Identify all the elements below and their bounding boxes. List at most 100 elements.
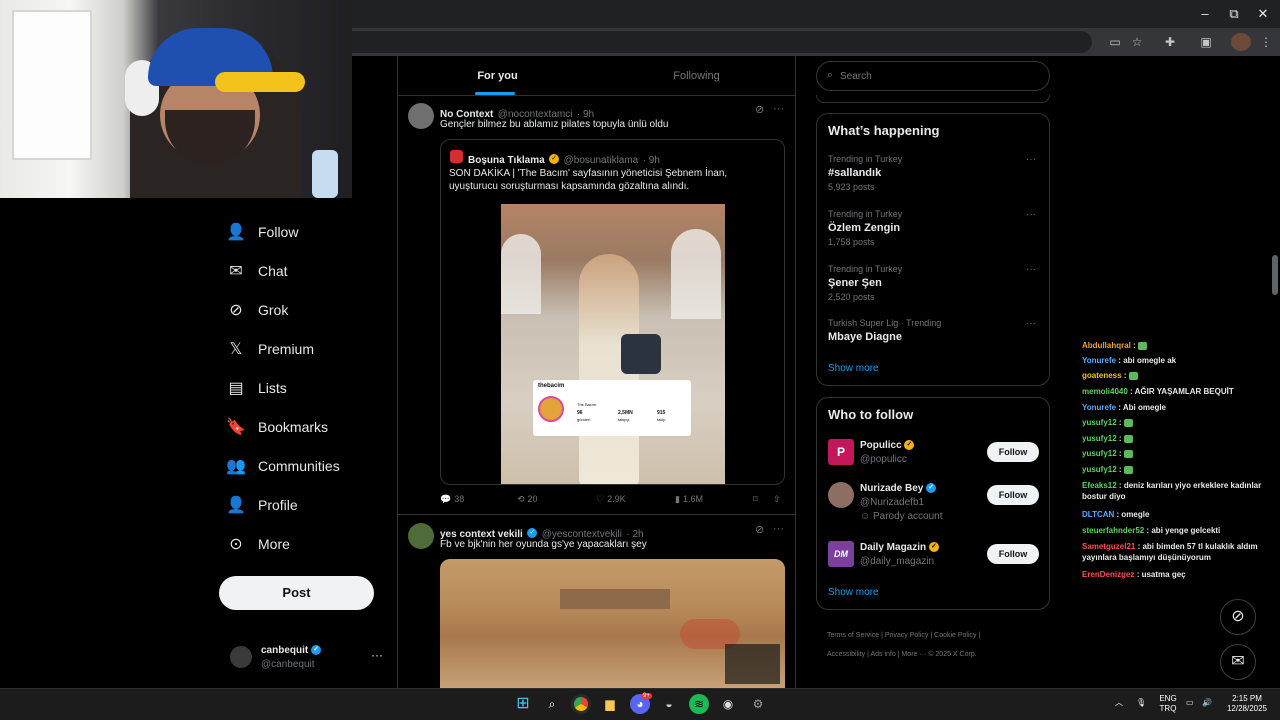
suggestion-handle: @Nurizadefb1 [860, 497, 925, 508]
chat-message: Yonurefe : Abi omegle [1082, 402, 1277, 413]
stat-posts-label: gönderi [577, 417, 591, 422]
views-button[interactable]: ▮ 1.6M [675, 492, 703, 506]
minimize-button[interactable]: – [1190, 4, 1220, 24]
trend-more-icon[interactable]: ··· [1026, 154, 1036, 165]
nav-item-communities[interactable]: 👥 Communities [226, 446, 376, 486]
profile-card: thebacim The Bacım 96 gönderi 2,5MN taki… [533, 380, 691, 436]
trend-item[interactable]: Trending in Turkey Şener Şen 2,520 posts… [828, 264, 1038, 302]
obs-icon[interactable]: ◉ [718, 694, 738, 714]
verified-icon: ✓ [527, 527, 538, 538]
trend-item[interactable]: Turkish Super Lig · Trending Mbaye Diagn… [828, 318, 1038, 343]
nav-item-premium[interactable]: 𝕏 Premium [226, 329, 376, 369]
quote-media-image[interactable]: thebacim The Bacım 96 gönderi 2,5MN taki… [501, 204, 725, 484]
show-more-follow-link[interactable]: Show more [828, 587, 879, 598]
nav-item-lists[interactable]: ▤ Lists [226, 368, 376, 408]
page-scrollbar-thumb[interactable] [1272, 255, 1278, 295]
chat-message: yusufy12 : [1082, 417, 1277, 428]
sidepanel-icon[interactable]: ▣ [1196, 33, 1216, 51]
follow-button[interactable]: Follow [987, 544, 1039, 564]
address-bar[interactable] [352, 31, 1092, 53]
footer-ads-info[interactable]: Ads info [870, 651, 895, 658]
microphone-icon[interactable]: 🎙 [1136, 698, 1146, 708]
views-count: 1.6M [682, 494, 703, 504]
like-button[interactable]: ♡ 2.9K [596, 492, 626, 506]
follow-button[interactable]: Follow [987, 485, 1039, 505]
chat-text: AĞIR YAŞAMLAR BEQUİT [1134, 387, 1234, 396]
nav-item-follow[interactable]: 👤 Follow [226, 212, 376, 252]
volume-icon[interactable]: 🔊 [1202, 698, 1212, 708]
close-button[interactable]: ✕ [1248, 4, 1278, 24]
cast-icon[interactable]: ▭ [1105, 33, 1125, 51]
page-scrollbar[interactable] [1270, 56, 1280, 688]
search-input[interactable]: Search [840, 71, 872, 82]
tab-following[interactable]: Following [597, 56, 796, 96]
footer-terms[interactable]: Terms of Service [827, 632, 879, 639]
grok-icon[interactable]: ⊘ [755, 103, 764, 116]
nav-item-bookmarks[interactable]: 🔖 Bookmarks [226, 407, 376, 447]
chrome-icon[interactable] [571, 694, 591, 714]
nav-item-grok[interactable]: ⊘ Grok [226, 290, 376, 330]
footer-accessibility[interactable]: Accessibility [827, 651, 865, 658]
follow-suggestion[interactable]: DM Daily Magazin ✓ @daily_magazin Follow [828, 541, 1042, 571]
grok-fab[interactable]: ⊘ [1220, 599, 1256, 635]
trend-item[interactable]: Trending in Turkey #sallandık 5,923 post… [828, 154, 1038, 192]
account-switcher[interactable]: canbequit ✓ @canbequit ··· [226, 640, 386, 680]
tweet2-media-video[interactable] [440, 559, 785, 688]
video-building [560, 589, 670, 609]
trend-more-icon[interactable]: ··· [1026, 209, 1036, 220]
nav-item-more[interactable]: ⊙ More [226, 524, 376, 564]
chat-separator: : [1116, 449, 1124, 458]
account-menu-icon[interactable]: ··· [371, 648, 383, 662]
file-explorer-icon[interactable]: ▆ [600, 694, 620, 714]
search-box[interactable]: ⌕ Search [816, 61, 1050, 91]
start-menu-icon[interactable]: ⊞ [513, 694, 533, 714]
follow-button[interactable]: Follow [987, 442, 1039, 462]
suggestion-name-row: Daily Magazin ✓ [860, 542, 939, 553]
post-button[interactable]: Post [219, 576, 374, 610]
repost-button[interactable]: ⟲ 20 [517, 492, 538, 506]
browser-menu-icon[interactable]: ⋮ [1256, 33, 1276, 51]
trend-context: Trending in Turkey [828, 209, 903, 219]
reply-button[interactable]: 💬 38 [440, 492, 464, 506]
bookmark-star-icon[interactable]: ☆ [1127, 33, 1147, 51]
tweet-more-icon[interactable]: ··· [773, 103, 784, 115]
settings-icon[interactable]: ⚙ [748, 694, 768, 714]
quote-tweet[interactable]: Boşuna Tıklama ✓ @bosunatiklama · 9h SON… [440, 139, 785, 485]
tweet-avatar[interactable] [408, 103, 434, 129]
follow-suggestion[interactable]: Nurizade Bey ✓ @Nurizadefb1 ☺ Parody acc… [828, 482, 1042, 522]
share-button[interactable]: ⇧ [773, 492, 781, 506]
browser-titlebar [352, 0, 1280, 28]
language-indicator[interactable]: ENG TRQ [1158, 694, 1178, 714]
account-avatar [230, 646, 252, 668]
tray-chevron-icon[interactable]: ︿ [1115, 698, 1123, 708]
grok-icon[interactable]: ⊘ [755, 523, 764, 536]
chat-separator: : [1116, 403, 1123, 412]
stat-followers: 2,5MN [618, 410, 633, 416]
tweet-more-icon[interactable]: ··· [773, 523, 784, 535]
search-taskbar-icon[interactable]: ⌕ [542, 694, 562, 714]
trend-item[interactable]: Trending in Turkey Özlem Zengin 1,758 po… [828, 209, 1038, 247]
nav-item-chat[interactable]: ✉ Chat [226, 251, 376, 291]
messages-fab[interactable]: ✉ [1220, 644, 1256, 680]
footer-cookie[interactable]: Cookie Policy [934, 632, 976, 639]
network-icon[interactable]: ▭ [1186, 698, 1194, 708]
tweet-avatar[interactable] [408, 523, 434, 549]
views-icon: ▮ [675, 493, 680, 504]
footer-more[interactable]: More ··· [901, 651, 926, 658]
spotify-icon[interactable]: ≋ [689, 694, 709, 714]
clock[interactable]: 2:15 PM 12/28/2025 [1222, 694, 1272, 714]
bookmark-button[interactable]: ⌑ [753, 492, 758, 506]
follow-suggestion[interactable]: P Populicc ✓ @populicc Follow [828, 439, 1042, 469]
steam-icon[interactable]: ◒ [659, 694, 679, 714]
nav-label: Grok [258, 302, 289, 318]
restore-button[interactable]: ⧉ [1219, 4, 1249, 24]
show-more-trends-link[interactable]: Show more [828, 363, 879, 374]
extensions-icon[interactable]: ✚ [1160, 33, 1180, 51]
trend-more-icon[interactable]: ··· [1026, 318, 1036, 329]
footer-privacy[interactable]: Privacy Policy [885, 632, 929, 639]
browser-profile-icon[interactable] [1231, 33, 1251, 51]
tab-for-you[interactable]: For you [398, 56, 597, 96]
who-to-follow-title: Who to follow [828, 407, 914, 422]
trend-more-icon[interactable]: ··· [1026, 264, 1036, 275]
nav-item-profile[interactable]: 👤 Profile [226, 485, 376, 525]
